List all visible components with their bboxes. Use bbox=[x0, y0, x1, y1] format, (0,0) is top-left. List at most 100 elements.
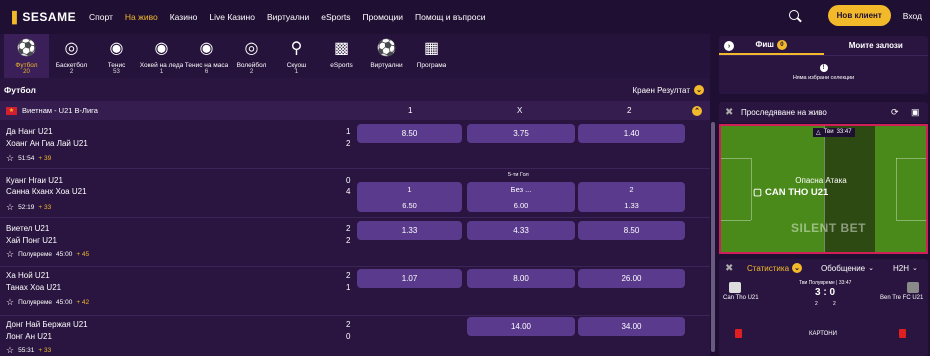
home-team[interactable]: Ха Ной U21 bbox=[6, 271, 50, 280]
star-icon[interactable]: ☆ bbox=[6, 202, 14, 213]
nav-virtual[interactable]: Виртуални bbox=[267, 12, 309, 22]
more-markets-link[interactable]: + 45 bbox=[76, 251, 89, 258]
sport-basketball[interactable]: ◎ Баскетбол 2 bbox=[49, 34, 94, 78]
sport-tennis[interactable]: ◉ Тенис 53 bbox=[94, 34, 139, 78]
pin-icon[interactable]: ✖ bbox=[725, 263, 733, 274]
squash-icon: ⚲ bbox=[290, 40, 303, 57]
odd-2-button[interactable]: 34.00 bbox=[578, 317, 685, 336]
col-1-header: 1 bbox=[408, 106, 413, 115]
odd-1-button[interactable]: 8.50 bbox=[357, 124, 462, 143]
pin-icon[interactable]: ✖ bbox=[725, 107, 733, 118]
stats-panel: ✖ Статистика ⌄ Обобщение ⌄ H2H ⌄ Can Tho U2… bbox=[719, 259, 928, 356]
col-2-header: 2 bbox=[627, 106, 632, 115]
home-team[interactable]: Донг Най Бержая U21 bbox=[6, 320, 88, 329]
star-icon[interactable]: ☆ bbox=[6, 297, 14, 308]
odd-2-button[interactable]: 1.40 bbox=[578, 124, 685, 143]
search-icon[interactable] bbox=[788, 9, 802, 23]
home-team[interactable]: Куанг Нгаи U21 bbox=[6, 176, 63, 185]
chevron-right-icon[interactable]: › bbox=[724, 41, 734, 51]
sport-squash[interactable]: ⚲ Скуош 1 bbox=[274, 34, 319, 78]
sesame-logo-icon: ❚ bbox=[9, 9, 21, 24]
away-shirt-icon bbox=[907, 282, 919, 293]
league-header[interactable]: ★ Виетнам - U21 В-Лига 1 X 2 ⌃ bbox=[0, 101, 710, 120]
odd-x-button[interactable]: 14.00 bbox=[467, 317, 575, 336]
nav-live-casino[interactable]: Live Казино bbox=[209, 12, 255, 22]
home-team[interactable]: Да Нанг U21 bbox=[6, 127, 53, 136]
pitch-view-icon[interactable]: ▣ bbox=[911, 107, 920, 118]
odd-1-button[interactable]: 1.33 bbox=[357, 221, 462, 240]
chevron-down-icon: ⌄ bbox=[694, 85, 704, 95]
logo[interactable]: ❚ SESAME bbox=[9, 9, 79, 25]
nav-live[interactable]: На живо bbox=[125, 12, 158, 22]
nav-esports[interactable]: eSports bbox=[321, 12, 350, 22]
odd-2-button[interactable]: 8.50 bbox=[578, 221, 685, 240]
away-score: 2 bbox=[346, 236, 351, 245]
market-selector[interactable]: Краен Резултат ⌄ bbox=[633, 85, 704, 95]
odd-x-button[interactable]: 4.33 bbox=[467, 221, 575, 240]
refresh-icon[interactable]: ⟳ bbox=[891, 107, 899, 118]
new-client-button[interactable]: Нов клиент bbox=[827, 5, 891, 26]
away-score: 0 bbox=[346, 332, 351, 341]
odd-1-button[interactable]: 1.07 bbox=[357, 269, 462, 288]
col-x-header: X bbox=[517, 106, 523, 115]
home-first-half-score: 2 bbox=[815, 301, 818, 307]
chevron-down-icon: ⌄ bbox=[912, 265, 918, 272]
chevron-up-icon[interactable]: ⌃ bbox=[692, 105, 702, 116]
tab-slip[interactable]: Фиш 0 bbox=[719, 36, 824, 55]
more-markets-link[interactable]: + 33 bbox=[38, 204, 51, 211]
away-red-card-icon bbox=[899, 329, 906, 340]
odd-label: 1 bbox=[407, 184, 412, 194]
sport-table-tennis[interactable]: ◉ Тенис на маса 6 bbox=[184, 34, 229, 78]
more-markets-link[interactable]: + 42 bbox=[76, 299, 89, 306]
scrollbar-thumb[interactable] bbox=[711, 122, 715, 352]
star-icon[interactable]: ☆ bbox=[6, 153, 14, 164]
away-team[interactable]: Санна Кханх Хоа U21 bbox=[6, 187, 87, 196]
login-link[interactable]: Вход bbox=[903, 11, 922, 21]
shirt-icon: ▢ bbox=[753, 187, 762, 198]
sport-virtual[interactable]: ⚽ Виртуални bbox=[364, 34, 409, 78]
slip-count-badge: 0 bbox=[776, 39, 787, 50]
tab-statistics[interactable]: Статистика ⌄ bbox=[747, 263, 803, 273]
home-shirt-icon bbox=[729, 282, 741, 293]
section-title: Футбол bbox=[4, 85, 36, 95]
section-header: Футбол Краен Резултат ⌄ bbox=[0, 80, 710, 100]
tennis-icon: ◉ bbox=[109, 40, 124, 57]
away-team[interactable]: Хоанг Ан Гиа Лай U21 bbox=[6, 139, 88, 148]
star-icon[interactable]: ☆ bbox=[6, 345, 14, 356]
warning-icon: △ bbox=[816, 130, 821, 136]
more-markets-link[interactable]: + 33 bbox=[38, 347, 51, 354]
odd-1-button[interactable]: 1 6.50 bbox=[357, 182, 462, 212]
odd-x-button[interactable]: 8.00 bbox=[467, 269, 575, 288]
odd-x-button[interactable]: 3.75 bbox=[467, 124, 575, 143]
sport-label: Тенис bbox=[107, 62, 126, 69]
away-team[interactable]: Хай Понг U21 bbox=[6, 236, 57, 245]
odd-2-button[interactable]: 26.00 bbox=[578, 269, 685, 288]
odd-2-button[interactable]: 2 1.33 bbox=[578, 182, 685, 212]
away-team[interactable]: Танах Хоа U21 bbox=[6, 283, 61, 292]
more-markets-link[interactable]: + 39 bbox=[38, 155, 51, 162]
watermark: SILENT BET bbox=[791, 221, 867, 235]
odd-x-button[interactable]: Без ... 6.00 bbox=[467, 182, 575, 212]
tab-my-bets[interactable]: Моите залози bbox=[824, 36, 929, 55]
gamepad-icon: ▩ bbox=[333, 40, 350, 57]
sport-volleyball[interactable]: ◎ Волейбол 2 bbox=[229, 34, 274, 78]
sport-hockey[interactable]: ◉ Хокей на леда 1 bbox=[139, 34, 184, 78]
home-team[interactable]: Виетел U21 bbox=[6, 224, 49, 233]
league-name: Виетнам - U21 В-Лига bbox=[22, 106, 98, 115]
sport-football[interactable]: ⚽ Футбол 20 bbox=[4, 34, 49, 78]
sport-schedule[interactable]: ▦ Програма bbox=[409, 34, 454, 78]
star-icon[interactable]: ☆ bbox=[6, 249, 14, 260]
match-meta: ☆ 55:31 + 33 bbox=[6, 345, 51, 356]
away-team[interactable]: Лонг Ан U21 bbox=[6, 332, 52, 341]
virtual-football-icon: ⚽ bbox=[376, 40, 397, 57]
table-row: Куанг Нгаи U21 Санна Кханх Хоа U21 0 4 ☆… bbox=[0, 170, 710, 218]
nav-help[interactable]: Помощ и въпроси bbox=[415, 12, 485, 22]
vietnam-flag-icon: ★ bbox=[6, 106, 17, 115]
nav-casino[interactable]: Казино bbox=[170, 12, 198, 22]
tab-summary[interactable]: Обобщение ⌄ bbox=[821, 264, 874, 273]
nav-sport[interactable]: Спорт bbox=[89, 12, 113, 22]
tab-h2h[interactable]: H2H ⌄ bbox=[893, 264, 918, 273]
empty-slip-text: Няма избрани селекции bbox=[792, 75, 855, 81]
sport-esports[interactable]: ▩ eSports bbox=[319, 34, 364, 78]
nav-promotions[interactable]: Промоции bbox=[363, 12, 404, 22]
